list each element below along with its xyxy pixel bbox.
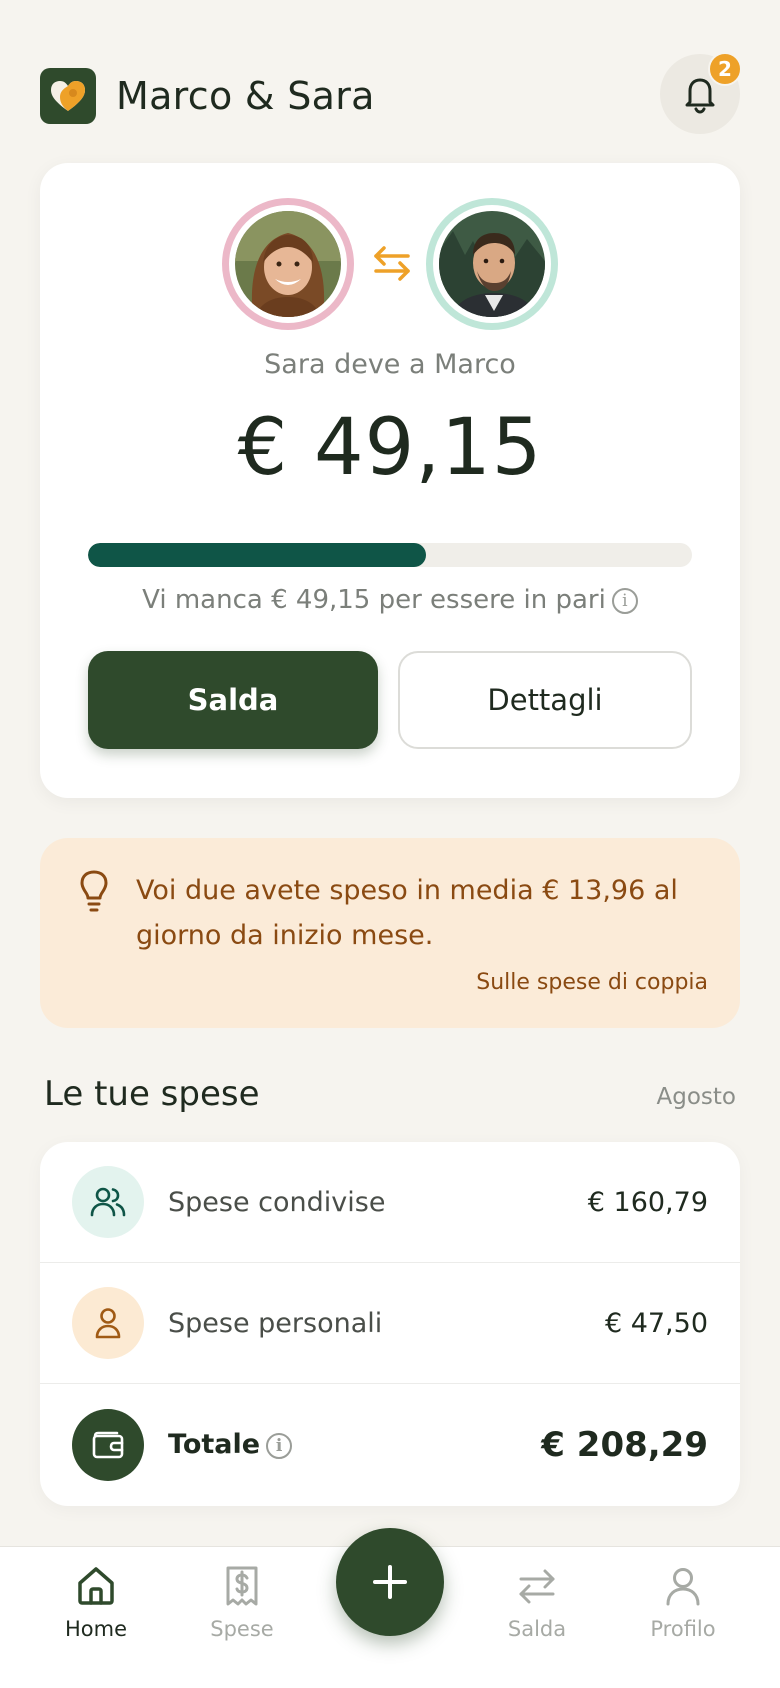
month-selector[interactable]: Agosto <box>657 1084 736 1110</box>
lightbulb-icon <box>80 870 108 912</box>
users-icon <box>72 1166 144 1238</box>
receipt-icon <box>226 1566 258 1606</box>
settle-button[interactable]: Salda <box>88 651 378 749</box>
wallet-icon <box>72 1408 144 1481</box>
profile-icon <box>666 1568 700 1606</box>
nav-label-profilo: Profilo <box>650 1617 716 1641</box>
progress-fill <box>88 543 427 567</box>
progress-caption-text: Vi manca € 49,15 per essere in pari <box>142 585 606 615</box>
swap-icon <box>519 1569 555 1604</box>
nav-item-profilo[interactable]: Profilo <box>623 1565 743 1641</box>
details-button[interactable]: Dettagli <box>398 651 692 749</box>
expenses-card: Spese condivise € 160,79 Spese personali… <box>40 1142 740 1506</box>
list-item-total[interactable]: Totale i € 208,29 <box>40 1384 740 1505</box>
marco-avatar <box>426 198 558 330</box>
progress-caption: Vi manca € 49,15 per essere in pari i <box>40 585 740 615</box>
nav-item-spese[interactable]: Spese <box>182 1565 302 1641</box>
insight-text: Voi due avete speso in media € 13,96 al … <box>136 875 678 951</box>
list-item-shared-expenses[interactable]: Spese condivise € 160,79 <box>40 1142 740 1263</box>
nav-label-home: Home <box>64 1617 127 1641</box>
add-expense-button[interactable] <box>336 1528 444 1636</box>
personal-expenses-label: Spese personali <box>168 1307 383 1339</box>
total-label: Totale i <box>168 1429 293 1460</box>
info-icon[interactable]: i <box>266 1432 293 1459</box>
insight-link[interactable]: Sulle spese di coppia <box>476 970 708 995</box>
app-title: Marco & Sara <box>116 74 375 118</box>
nav-label-salda: Salda <box>507 1617 567 1641</box>
shared-expenses-value: € 160,79 <box>587 1186 708 1218</box>
balance-card: Sara deve a Marco € 49,15 Vi manca € 49,… <box>40 163 740 798</box>
sara-avatar <box>222 198 354 330</box>
nav-item-salda[interactable]: Salda <box>477 1565 597 1641</box>
personal-expenses-value: € 47,50 <box>604 1307 708 1339</box>
info-icon[interactable]: i <box>611 587 638 614</box>
shared-expenses-label: Spese condivise <box>168 1186 386 1218</box>
app-header: Marco & Sara 2 <box>40 52 742 158</box>
home-icon <box>78 1567 114 1605</box>
notification-badge: 2 <box>708 52 742 86</box>
section-title: Le tue spese <box>44 1074 260 1114</box>
plus-icon <box>373 1565 407 1599</box>
user-icon <box>72 1287 144 1359</box>
swap-arrows-icon <box>374 246 410 281</box>
notifications-button[interactable]: 2 <box>660 52 742 134</box>
list-item-personal-expenses[interactable]: Spese personali € 47,50 <box>40 1263 740 1384</box>
balance-progress-bar <box>88 543 692 567</box>
total-value: € 208,29 <box>541 1424 708 1465</box>
heart-logo-icon <box>40 68 96 124</box>
insight-card: Voi due avete speso in media € 13,96 al … <box>40 838 740 1028</box>
total-label-text: Totale <box>168 1429 261 1460</box>
nav-label-spese: Spese <box>210 1617 274 1641</box>
balance-amount: € 49,15 <box>237 403 543 493</box>
balance-subtitle: Sara deve a Marco <box>264 349 516 380</box>
nav-item-home[interactable]: Home <box>36 1565 156 1641</box>
